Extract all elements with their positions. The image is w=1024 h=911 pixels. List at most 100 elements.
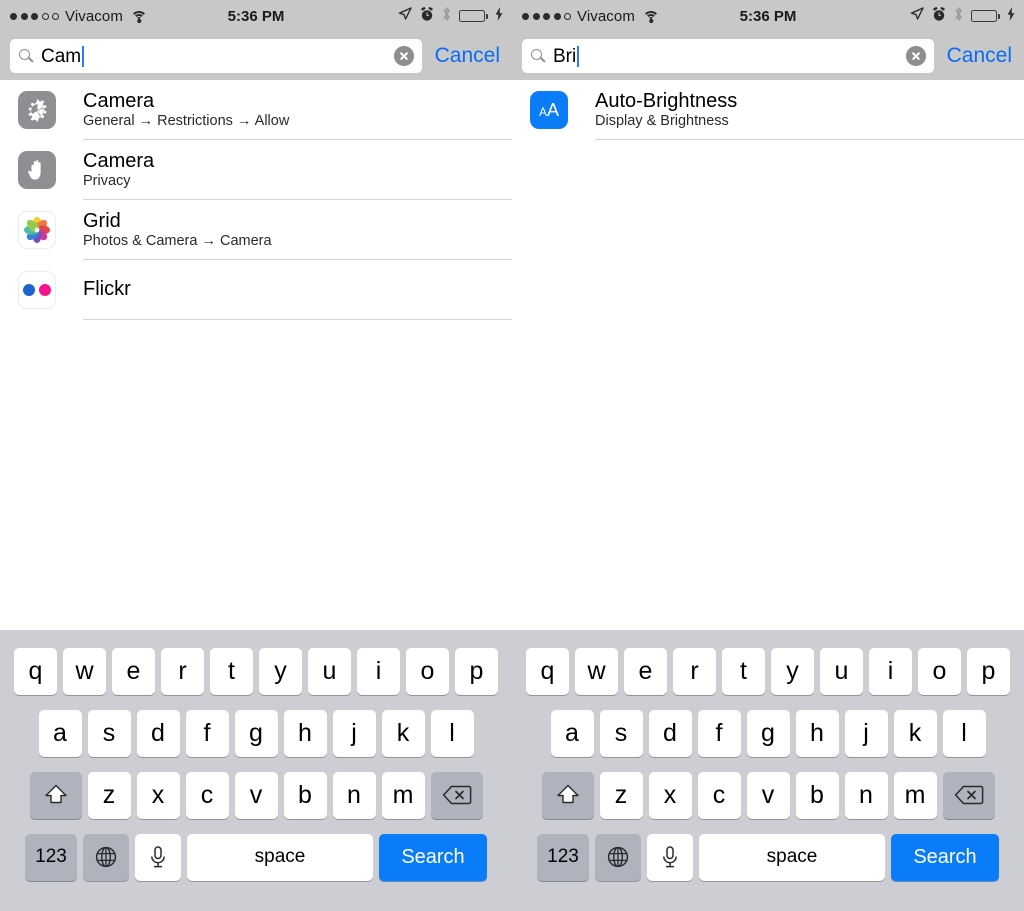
keyboard-row-4: 123 space Search bbox=[515, 826, 1021, 888]
virtual-keyboard: q w e r t y u i o p a s d f g h j k l z … bbox=[512, 630, 1024, 911]
space-key[interactable]: space bbox=[187, 833, 373, 881]
globe-language-key[interactable] bbox=[595, 833, 641, 881]
search-icon bbox=[19, 49, 34, 63]
backspace-key[interactable] bbox=[942, 771, 995, 819]
list-item-title: Camera bbox=[83, 149, 155, 172]
key-q[interactable]: q bbox=[14, 647, 57, 695]
key-i[interactable]: i bbox=[869, 647, 912, 695]
privacy-hand-icon bbox=[18, 151, 56, 189]
search-query-text: Cam bbox=[41, 45, 82, 67]
list-item-title: Grid bbox=[83, 209, 121, 232]
key-q[interactable]: q bbox=[526, 647, 569, 695]
key-n[interactable]: n bbox=[844, 771, 888, 819]
backspace-key[interactable] bbox=[430, 771, 483, 819]
key-l[interactable]: l bbox=[942, 709, 986, 757]
key-u[interactable]: u bbox=[308, 647, 351, 695]
key-e[interactable]: e bbox=[624, 647, 667, 695]
search-query-text: Bri bbox=[553, 45, 577, 67]
key-e[interactable]: e bbox=[112, 647, 155, 695]
key-f[interactable]: f bbox=[185, 709, 229, 757]
key-o[interactable]: o bbox=[918, 647, 961, 695]
key-c[interactable]: c bbox=[697, 771, 741, 819]
key-z[interactable]: z bbox=[87, 771, 131, 819]
aa-glyph: AA bbox=[538, 99, 560, 120]
search-bar: Bri Cancel bbox=[512, 32, 1024, 80]
shift-arrow-icon bbox=[43, 783, 69, 807]
key-d[interactable]: d bbox=[648, 709, 692, 757]
key-t[interactable]: t bbox=[722, 647, 765, 695]
key-m[interactable]: m bbox=[893, 771, 937, 819]
shift-arrow-icon bbox=[555, 783, 581, 807]
dictation-key[interactable] bbox=[647, 833, 693, 881]
list-item[interactable]: AA Auto-Brightness Display & Brightness bbox=[512, 80, 1024, 140]
key-l[interactable]: l bbox=[430, 709, 474, 757]
key-j[interactable]: j bbox=[332, 709, 376, 757]
search-input[interactable]: Bri bbox=[522, 39, 934, 73]
globe-language-key[interactable] bbox=[83, 833, 129, 881]
key-w[interactable]: w bbox=[63, 647, 106, 695]
shift-key[interactable] bbox=[541, 771, 594, 819]
key-z[interactable]: z bbox=[599, 771, 643, 819]
clear-text-icon[interactable] bbox=[393, 46, 414, 66]
status-bar: Vivacom 5:36 PM bbox=[0, 0, 512, 32]
key-r[interactable]: r bbox=[161, 647, 204, 695]
key-v[interactable]: v bbox=[234, 771, 278, 819]
keyboard-row-3: z x c v b n m bbox=[3, 764, 509, 826]
key-h[interactable]: h bbox=[795, 709, 839, 757]
search-bar: Cam Cancel bbox=[0, 32, 512, 80]
key-u[interactable]: u bbox=[820, 647, 863, 695]
key-t[interactable]: t bbox=[210, 647, 253, 695]
key-f[interactable]: f bbox=[697, 709, 741, 757]
key-p[interactable]: p bbox=[455, 647, 498, 695]
key-s[interactable]: s bbox=[599, 709, 643, 757]
key-i[interactable]: i bbox=[357, 647, 400, 695]
key-r[interactable]: r bbox=[673, 647, 716, 695]
key-j[interactable]: j bbox=[844, 709, 888, 757]
numbers-key[interactable]: 123 bbox=[25, 833, 77, 881]
clear-text-icon[interactable] bbox=[905, 46, 926, 66]
list-item-text: Flickr bbox=[83, 278, 131, 301]
dictation-key[interactable] bbox=[135, 833, 181, 881]
list-item[interactable]: Flickr bbox=[0, 260, 512, 320]
key-y[interactable]: y bbox=[259, 647, 302, 695]
key-h[interactable]: h bbox=[283, 709, 327, 757]
key-b[interactable]: b bbox=[795, 771, 839, 819]
keyboard-row-2: a s d f g h j k l bbox=[515, 702, 1021, 764]
key-a[interactable]: a bbox=[550, 709, 594, 757]
key-p[interactable]: p bbox=[967, 647, 1010, 695]
cancel-button[interactable]: Cancel bbox=[934, 44, 1014, 68]
list-item-subtitle: Photos & Camera → Camera bbox=[83, 233, 272, 250]
key-b[interactable]: b bbox=[283, 771, 327, 819]
numbers-key[interactable]: 123 bbox=[537, 833, 589, 881]
flickr-icon bbox=[18, 271, 56, 309]
key-o[interactable]: o bbox=[406, 647, 449, 695]
search-results-list: AA Auto-Brightness Display & Brightness bbox=[512, 80, 1024, 630]
key-k[interactable]: k bbox=[893, 709, 937, 757]
space-key[interactable]: space bbox=[699, 833, 885, 881]
list-item[interactable]: Grid Photos & Camera → Camera bbox=[0, 200, 512, 260]
search-key[interactable]: Search bbox=[379, 833, 487, 881]
list-item[interactable]: Camera Privacy bbox=[0, 140, 512, 200]
key-k[interactable]: k bbox=[381, 709, 425, 757]
key-c[interactable]: c bbox=[185, 771, 229, 819]
keyboard-row-2: a s d f g h j k l bbox=[3, 702, 509, 764]
shift-key[interactable] bbox=[29, 771, 82, 819]
search-input[interactable]: Cam bbox=[10, 39, 422, 73]
key-g[interactable]: g bbox=[746, 709, 790, 757]
key-x[interactable]: x bbox=[648, 771, 692, 819]
key-v[interactable]: v bbox=[746, 771, 790, 819]
status-bar-clock: 5:36 PM bbox=[227, 7, 285, 25]
key-d[interactable]: d bbox=[136, 709, 180, 757]
key-y[interactable]: y bbox=[771, 647, 814, 695]
key-s[interactable]: s bbox=[87, 709, 131, 757]
key-n[interactable]: n bbox=[332, 771, 376, 819]
list-item[interactable]: Camera General → Restrictions → Allow bbox=[0, 80, 512, 140]
cancel-button[interactable]: Cancel bbox=[422, 44, 502, 68]
key-a[interactable]: a bbox=[38, 709, 82, 757]
key-x[interactable]: x bbox=[136, 771, 180, 819]
key-w[interactable]: w bbox=[575, 647, 618, 695]
backspace-delete-icon bbox=[442, 784, 472, 806]
key-m[interactable]: m bbox=[381, 771, 425, 819]
key-g[interactable]: g bbox=[234, 709, 278, 757]
search-key[interactable]: Search bbox=[891, 833, 999, 881]
